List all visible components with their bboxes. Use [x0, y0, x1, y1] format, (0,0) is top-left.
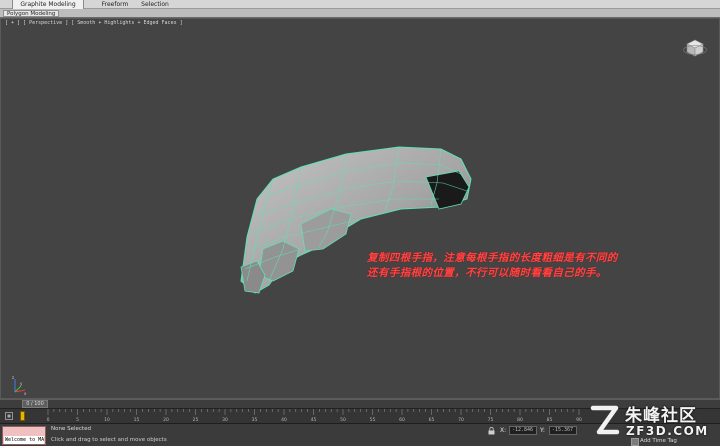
ribbon-tab-bar: Graphite Modeling Tools Freeform Selecti… — [0, 0, 720, 17]
maxscript-listener[interactable]: Welcome to MAX — [2, 426, 46, 445]
annotation-line: 还有手指根的位置，不行可以随时看看自己的手。 — [367, 267, 607, 279]
polygon-modeling-panel-button[interactable]: Polygon Modeling — [3, 10, 60, 17]
frame-ruler[interactable]: 0 5 10 15 20 25 30 35 40 45 50 55 60 65 70 75 80 85 90 — [44, 409, 614, 424]
axis-z-label: z — [12, 375, 14, 380]
key-mode-icon[interactable] — [5, 412, 13, 420]
zf3d-logo-icon — [590, 405, 620, 435]
coord-y-field[interactable]: -15.367 — [549, 426, 577, 435]
tab-graphite-modeling-tools[interactable]: Graphite Modeling Tools — [12, 0, 84, 17]
ribbon-panel: Polygon Modeling — [0, 9, 720, 18]
listener-text: Welcome to MAX — [4, 436, 44, 444]
axis-x-label: x — [24, 391, 27, 396]
axis-tripod-icon: x y z — [12, 375, 27, 396]
tutorial-annotation: 复制四根手指，注意每根手指的长度粗细是有不同的 还有手指根的位置，不行可以随时看… — [367, 251, 687, 281]
selection-lock-icon[interactable] — [488, 427, 495, 435]
perspective-viewport[interactable]: [ + ] [ Perspective ] [ Smooth + Highlig… — [0, 18, 720, 399]
viewcube-icon[interactable] — [683, 36, 707, 58]
viewport-label-menu[interactable]: [ + ] [ Perspective ] [ Smooth + Highlig… — [5, 20, 183, 26]
annotation-line: 复制四根手指，注意每根手指的长度粗细是有不同的 — [367, 252, 618, 264]
hand-mesh-render[interactable] — [1, 19, 719, 398]
prompt-line: Click and drag to select and move object… — [51, 437, 167, 443]
watermark-url: ZF3D.COM — [626, 424, 709, 438]
axis-y-label: y — [20, 381, 23, 386]
tab-selection[interactable]: Selection — [138, 0, 172, 9]
selection-status: None Selected — [51, 426, 91, 432]
site-watermark: 朱峰社区 ZF3D.COM — [585, 399, 718, 444]
watermark-title: 朱峰社区 — [625, 406, 697, 426]
coord-y-label: Y: — [540, 427, 545, 434]
coord-x-label: X: — [500, 427, 507, 434]
tab-freeform[interactable]: Freeform — [96, 0, 134, 9]
key-filter-icon[interactable] — [20, 411, 25, 421]
coord-x-field[interactable]: -12.846 — [509, 426, 537, 435]
time-slider-thumb[interactable]: 0 / 100 — [22, 400, 48, 408]
